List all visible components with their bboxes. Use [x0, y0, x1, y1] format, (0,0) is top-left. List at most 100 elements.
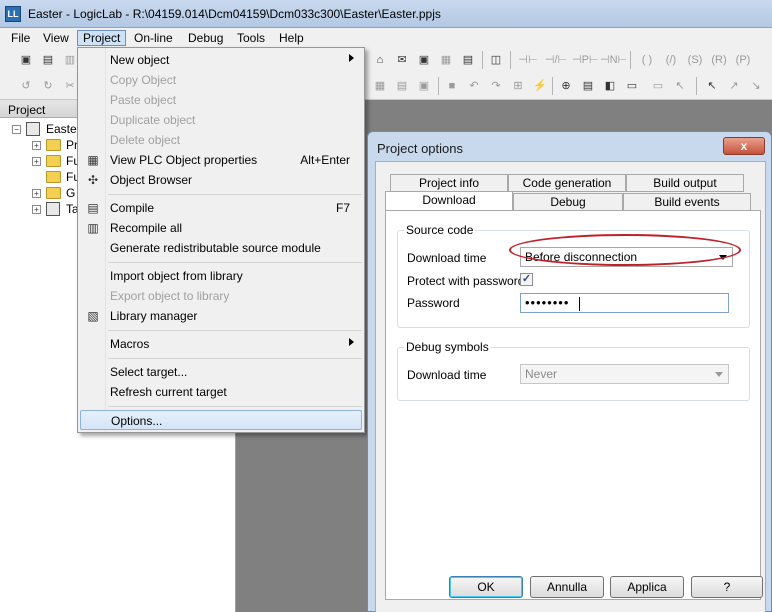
- toolbar-open-icon[interactable]: ▤: [40, 52, 56, 68]
- toolbar-separator: [552, 77, 553, 95]
- contact-no-icon[interactable]: ⊣⊢: [516, 52, 540, 68]
- protect-password-checkbox[interactable]: ✓: [520, 273, 533, 286]
- menu-item-options[interactable]: Options...: [80, 410, 362, 430]
- menu-item-refresh-target[interactable]: Refresh current target: [80, 382, 362, 402]
- menu-item-generate-source-module[interactable]: Generate redistributable source module: [80, 238, 362, 258]
- toolbar-btn-r1-4[interactable]: ▦: [438, 52, 454, 68]
- close-button[interactable]: x: [723, 137, 765, 155]
- step-back-icon[interactable]: ↶: [466, 78, 482, 94]
- folder-icon: [46, 139, 61, 151]
- menu-project[interactable]: Project: [77, 30, 127, 46]
- toolbar-btn-r2-7[interactable]: ◧: [602, 78, 618, 94]
- toolbar-btn-r2-1[interactable]: ▦: [372, 78, 388, 94]
- project-options-dialog: Project options x Project info Code gene…: [367, 131, 772, 612]
- toolbar-btn-r2-5[interactable]: ⊕: [558, 78, 574, 94]
- menu-item-paste-object[interactable]: Paste object: [80, 90, 362, 110]
- toolbar-btn-r2-10[interactable]: ↖: [672, 78, 688, 94]
- menu-debug[interactable]: Debug: [183, 30, 228, 46]
- highlight-ellipse: [509, 234, 741, 266]
- tab-code-generation[interactable]: Code generation: [508, 174, 626, 192]
- menu-separator: [108, 406, 362, 407]
- toolbar-btn-r2-2[interactable]: ▤: [394, 78, 410, 94]
- menu-item-copy-object[interactable]: Copy Object: [80, 70, 362, 90]
- contact-nc-icon[interactable]: ⊣/⊢: [544, 52, 568, 68]
- menu-item-library-manager[interactable]: ▧ Library manager: [80, 306, 362, 326]
- menu-help[interactable]: Help: [274, 30, 309, 46]
- contact-p-icon[interactable]: ⊣P⊢: [572, 52, 599, 68]
- pointer-icon[interactable]: ↖: [704, 78, 720, 94]
- collapse-icon[interactable]: −: [12, 125, 21, 134]
- lightning-icon[interactable]: ⚡: [532, 78, 548, 94]
- menu-item-label: New object: [110, 53, 170, 67]
- library-manager-icon: ▧: [87, 309, 99, 323]
- menu-item-shortcut: F7: [335, 201, 350, 215]
- password-value: ••••••••: [525, 295, 570, 310]
- toolbar-separator: [696, 77, 697, 95]
- expand-icon[interactable]: +: [32, 189, 41, 198]
- toolbar-btn-r1-6[interactable]: ◫: [488, 52, 504, 68]
- menu-tools[interactable]: Tools: [232, 30, 270, 46]
- toolbar-separator: [438, 77, 439, 95]
- toolbar-save-icon[interactable]: ▥: [62, 52, 78, 68]
- toolbar-btn-r2-4[interactable]: ⊞: [510, 78, 526, 94]
- toolbar-btn-r2-3[interactable]: ▣: [416, 78, 432, 94]
- menu-online[interactable]: On-line: [129, 30, 178, 46]
- coil-reset-icon[interactable]: (R): [708, 52, 730, 68]
- toolbar-btn-r1-2[interactable]: ✉: [394, 52, 410, 68]
- menu-item-duplicate-object[interactable]: Duplicate object: [80, 110, 362, 130]
- cancel-button[interactable]: Annulla: [530, 576, 604, 598]
- menu-item-view-plc-properties[interactable]: ▦ View PLC Object properties Alt+Enter: [80, 150, 362, 170]
- debug-download-time-combo[interactable]: Never: [520, 364, 729, 384]
- toolbar-btn-r2-8[interactable]: ▭: [624, 78, 640, 94]
- menu-item-export-object[interactable]: Export object to library: [80, 286, 362, 306]
- stop-icon[interactable]: ■: [444, 78, 460, 94]
- coil-negated-icon[interactable]: (/): [660, 52, 682, 68]
- tab-project-info[interactable]: Project info: [390, 174, 508, 192]
- connect2-icon[interactable]: ↘: [748, 78, 764, 94]
- toolbar-btn-r1-3[interactable]: ▣: [416, 52, 432, 68]
- toolbar-btn-r1-5[interactable]: ▤: [460, 52, 476, 68]
- menu-file[interactable]: File: [6, 30, 35, 46]
- menu-item-delete-object[interactable]: Delete object: [80, 130, 362, 150]
- menu-item-new-object[interactable]: New object: [80, 50, 362, 70]
- toolbar-btn-r1-1[interactable]: ⌂: [372, 52, 388, 68]
- toolbar-separator: [630, 51, 631, 69]
- menu-item-recompile-all[interactable]: ▥ Recompile all: [80, 218, 362, 238]
- tab-build-events[interactable]: Build events: [623, 193, 751, 211]
- coil-icon[interactable]: ( ): [636, 52, 658, 68]
- apply-button[interactable]: Applica: [610, 576, 684, 598]
- menu-separator: [108, 358, 362, 359]
- tab-build-output[interactable]: Build output: [626, 174, 744, 192]
- debug-download-time-value: Never: [525, 367, 558, 381]
- compile-icon: ▤: [87, 201, 99, 215]
- toolbar-btn-r2-6[interactable]: ▤: [580, 78, 596, 94]
- tree-item-label: Easte: [46, 122, 77, 136]
- menu-item-object-browser[interactable]: ✣ Object Browser: [80, 170, 362, 190]
- coil-set-icon[interactable]: (S): [684, 52, 706, 68]
- recompile-icon: ▥: [87, 221, 99, 235]
- menu-item-import-object[interactable]: Import object from library: [80, 266, 362, 286]
- password-field[interactable]: ••••••••: [520, 293, 729, 313]
- toolbar-new-icon[interactable]: ▣: [18, 52, 34, 68]
- toolbar-undo-icon[interactable]: ↺: [18, 78, 34, 94]
- expand-icon[interactable]: +: [32, 205, 41, 214]
- menu-item-compile[interactable]: ▤ Compile F7: [80, 198, 362, 218]
- menu-item-label: Recompile all: [110, 221, 183, 235]
- menu-item-select-target[interactable]: Select target...: [80, 362, 362, 382]
- connect-icon[interactable]: ↗: [726, 78, 742, 94]
- toolbar-btn-r2-9[interactable]: ▭: [650, 78, 666, 94]
- ok-button[interactable]: OK: [449, 576, 523, 598]
- expand-icon[interactable]: +: [32, 157, 41, 166]
- coil-p-icon[interactable]: (P): [732, 52, 754, 68]
- toolbar-cut-icon[interactable]: ✂: [62, 78, 78, 94]
- contact-n-icon[interactable]: ⊣N⊢: [600, 52, 627, 68]
- menu-item-macros[interactable]: Macros: [80, 334, 362, 354]
- expand-icon[interactable]: +: [32, 141, 41, 150]
- toolbar-redo-icon[interactable]: ↻: [40, 78, 56, 94]
- tab-debug[interactable]: Debug: [513, 193, 623, 211]
- menu-view[interactable]: View: [38, 30, 74, 46]
- menu-item-label: Copy Object: [110, 73, 177, 87]
- step-over-icon[interactable]: ↷: [488, 78, 504, 94]
- help-button[interactable]: ?: [691, 576, 763, 598]
- tab-download[interactable]: Download: [385, 191, 513, 211]
